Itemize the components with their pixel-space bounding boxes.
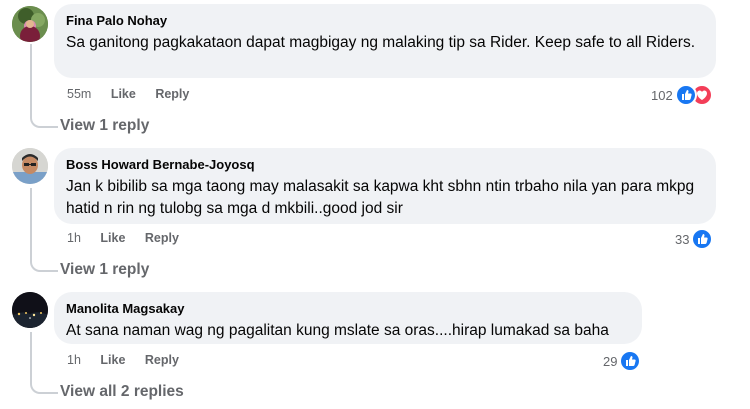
like-icon [674,84,697,106]
reply-button[interactable]: Reply [155,87,189,101]
comment-actions: 1h Like Reply [67,353,195,367]
like-button[interactable]: Like [100,353,125,367]
view-replies-link[interactable]: View 1 reply [60,261,149,279]
reaction-summary[interactable]: 29 [603,350,642,372]
reply-button[interactable]: Reply [145,231,179,245]
thread-line [30,188,58,272]
avatar-image [12,292,48,328]
reaction-count: 29 [603,353,618,369]
like-icon [691,228,714,250]
reaction-summary[interactable]: 102 [651,84,713,106]
avatar[interactable] [12,148,48,184]
reaction-count: 102 [651,87,673,103]
comment-time[interactable]: 1h [67,231,81,245]
view-replies-link[interactable]: View 1 reply [60,117,149,135]
comment-actions: 1h Like Reply [67,231,195,245]
comment-time[interactable]: 1h [67,353,81,367]
like-button[interactable]: Like [100,231,125,245]
reaction-count: 33 [675,231,690,247]
avatar-image [12,148,48,184]
comment-bubble: Manolita Magsakay At sana naman wag ng p… [54,292,642,344]
reply-button[interactable]: Reply [145,353,179,367]
avatar[interactable] [12,6,48,42]
like-icon [619,350,642,372]
comment-text: Sa ganitong pagkakataon dapat magbigay n… [66,34,696,51]
comment-author[interactable]: Manolita Magsakay [66,300,630,317]
comment-bubble: Fina Palo Nohay Sa ganitong pagkakataon … [54,4,716,78]
comment-actions: 55m Like Reply [67,87,205,101]
avatar-image [12,6,48,42]
comment-bubble: Boss Howard Bernabe-Joyosq Jan k bibilib… [54,148,716,224]
thread-line [30,332,58,394]
view-replies-link[interactable]: View all 2 replies [60,383,184,401]
reaction-summary[interactable]: 33 [675,228,714,250]
comment-author[interactable]: Fina Palo Nohay [66,12,704,29]
avatar[interactable] [12,292,48,328]
thread-line [30,44,58,128]
comment-text: Jan k bibilib sa mga taong may malasakit… [66,178,695,217]
comment-text: At sana naman wag ng pagalitan kung msla… [66,322,609,339]
like-button[interactable]: Like [111,87,136,101]
comment-time[interactable]: 55m [67,87,91,101]
comment-author[interactable]: Boss Howard Bernabe-Joyosq [66,156,704,173]
